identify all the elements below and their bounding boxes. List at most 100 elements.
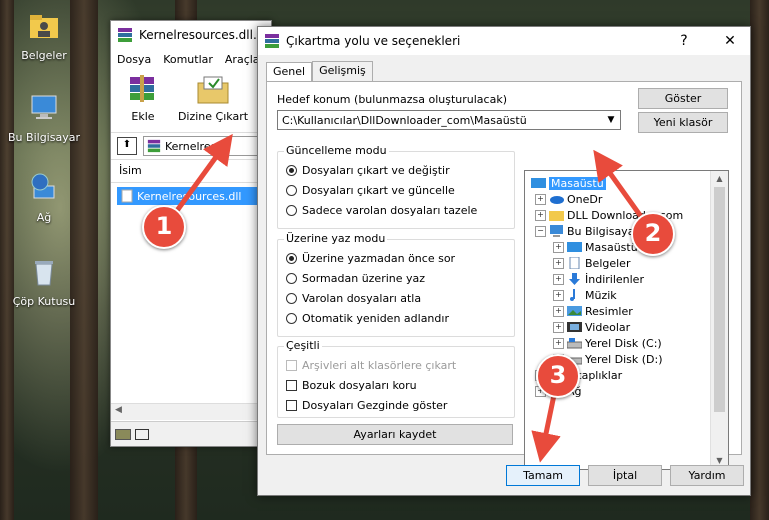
radio-selected[interactable] — [286, 165, 297, 176]
tree-item-videolar[interactable]: + Videolar — [553, 319, 630, 335]
option-label: Arşivleri alt klasörlere çıkart — [302, 359, 457, 372]
update-option-extract-replace[interactable]: Dosyaları çıkart ve değiştir — [286, 164, 450, 177]
expand-icon[interactable]: + — [553, 273, 564, 285]
file-row-selected[interactable]: Kernelresources.dll — [117, 187, 265, 205]
tree-item-masaustu[interactable]: + Masaüstü — [553, 239, 638, 255]
option-label: Dosyaları Gezginde göster — [302, 399, 448, 412]
radio[interactable] — [286, 205, 297, 216]
add-button[interactable]: Ekle — [117, 73, 169, 128]
folder-tree[interactable]: Masaüstü + OneDr + DLL Downloader.com − … — [524, 170, 729, 470]
desktop-icon-label: Bu Bilgisayar — [8, 131, 80, 144]
tree-item-label: Masaüstü — [585, 240, 638, 254]
path-text: Kernelresou — [165, 139, 231, 153]
destination-path-combo[interactable]: C:\Kullanıcılar\DllDownloader_com\Masaüs… — [277, 110, 621, 130]
desktop-icon — [567, 242, 582, 252]
documents-icon — [569, 257, 580, 269]
overwrite-option-without-prompt[interactable]: Sormadan üzerine yaz — [286, 272, 425, 285]
misc-option-show-in-explorer[interactable]: Dosyaları Gezginde göster — [286, 399, 447, 412]
scroll-up-icon[interactable]: ▲ — [711, 171, 728, 187]
checkbox[interactable] — [286, 380, 297, 391]
chevron-down-icon[interactable]: ▼ — [602, 115, 620, 125]
update-mode-title: Güncelleme modu — [284, 144, 389, 157]
save-settings-button[interactable]: Ayarları kaydet — [277, 424, 513, 445]
tree-item-label: Videolar — [585, 320, 631, 334]
option-label: Sormadan üzerine yaz — [302, 272, 426, 285]
radio[interactable] — [286, 185, 297, 196]
cancel-button[interactable]: İptal — [588, 465, 662, 486]
expand-icon[interactable]: + — [535, 209, 546, 221]
tree-item-label: İndirilenler — [585, 272, 644, 286]
desktop-icon — [531, 178, 546, 188]
general-tab-panel: Hedef konum (bulunmazsa oluşturulacak) C… — [266, 81, 742, 470]
help-title-button[interactable]: ? — [664, 33, 704, 49]
key-status-icon — [135, 428, 149, 440]
menu-komutlar[interactable]: Komutlar — [163, 53, 213, 66]
desktop-icon-bu-bilgisayar[interactable]: Bu Bilgisayar — [4, 92, 84, 144]
option-label: Üzerine yazmadan önce sor — [302, 252, 456, 265]
archive-books-icon — [130, 75, 154, 102]
tree-item-indirilenler[interactable]: + İndirilenler — [553, 271, 644, 287]
tree-item-label: Belgeler — [585, 256, 631, 270]
step-marker-1: 1 — [142, 205, 186, 249]
expand-icon[interactable]: + — [535, 193, 546, 205]
tree-item-onedrive[interactable]: + OneDr — [535, 191, 602, 207]
collapse-icon[interactable]: − — [535, 225, 546, 237]
tree-item-belgeler[interactable]: + Belgeler — [553, 255, 630, 271]
expand-icon[interactable]: + — [553, 321, 564, 333]
desktop-icon-label: Ağ — [36, 211, 52, 224]
update-option-refresh-existing[interactable]: Sadece varolan dosyaları tazele — [286, 204, 477, 217]
desktop-icon-label: Çöp Kutusu — [12, 295, 76, 308]
recycle-bin-icon — [35, 261, 53, 286]
scroll-thumb[interactable] — [714, 187, 725, 412]
tree-item-bu-bilgisayar[interactable]: − Bu Bilgisayar — [535, 223, 639, 239]
update-mode-group: Güncelleme modu Dosyaları çıkart ve deği… — [277, 144, 515, 229]
expand-icon[interactable]: + — [553, 337, 564, 349]
overwrite-option-ask[interactable]: Üzerine yazmadan önce sor — [286, 252, 455, 265]
window-titlebar[interactable]: Kernelresources.dll.z — [111, 21, 271, 49]
update-option-extract-update[interactable]: Dosyaları çıkart ve güncelle — [286, 184, 455, 197]
expand-icon[interactable]: + — [553, 241, 564, 253]
tree-vertical-scrollbar[interactable]: ▲ ▼ — [710, 171, 728, 469]
desktop-icon-belgeler[interactable]: Belgeler — [4, 10, 84, 62]
expand-icon[interactable]: + — [553, 257, 564, 269]
close-button[interactable]: ✕ — [710, 33, 750, 49]
extract-to-button[interactable]: Dizine Çıkart — [177, 73, 249, 128]
expand-icon[interactable]: + — [553, 289, 564, 301]
tree-item-muzik[interactable]: + Müzik — [553, 287, 617, 303]
radio[interactable] — [286, 273, 297, 284]
extract-options-dialog: Çıkartma yolu ve seçenekleri ? ✕ Genel G… — [257, 26, 751, 496]
menu-araclar[interactable]: Araçla — [225, 53, 260, 66]
overwrite-option-rename[interactable]: Otomatik yeniden adlandır — [286, 312, 449, 325]
show-button[interactable]: Göster — [638, 88, 728, 109]
option-label: Sadece varolan dosyaları tazele — [302, 204, 478, 217]
tree-item-disk-c[interactable]: + Yerel Disk (C:) — [553, 335, 662, 351]
desktop-icon-cop-kutusu[interactable]: Çöp Kutusu — [4, 256, 84, 308]
path-field[interactable]: Kernelresou — [143, 136, 271, 156]
ok-button[interactable]: Tamam — [506, 465, 580, 486]
radio[interactable] — [286, 293, 297, 304]
radio-selected[interactable] — [286, 253, 297, 264]
option-label: Varolan dosyaları atla — [302, 292, 422, 305]
pictures-icon — [567, 306, 582, 316]
tab-gelismis[interactable]: Gelişmiş — [312, 61, 373, 81]
overwrite-option-skip[interactable]: Varolan dosyaları atla — [286, 292, 421, 305]
option-label: Dosyaları çıkart ve değiştir — [302, 164, 450, 177]
column-header-name[interactable]: İsim — [111, 160, 271, 183]
extract-folder-icon — [197, 76, 229, 104]
checkbox[interactable] — [286, 400, 297, 411]
new-folder-button[interactable]: Yeni klasör — [638, 112, 728, 133]
expand-icon[interactable]: + — [553, 305, 564, 317]
dialog-titlebar[interactable]: Çıkartma yolu ve seçenekleri ? ✕ — [258, 27, 750, 55]
folder-user-icon — [30, 15, 58, 38]
tree-item-masaustu-root[interactable]: Masaüstü — [531, 175, 606, 191]
desktop-icon-ag[interactable]: Ağ — [4, 172, 84, 224]
radio[interactable] — [286, 313, 297, 324]
horizontal-scrollbar[interactable]: ◀ — [111, 403, 271, 420]
menu-dosya[interactable]: Dosya — [117, 53, 151, 66]
up-folder-button[interactable]: ⬆ — [117, 137, 137, 155]
winrar-icon — [118, 28, 132, 42]
help-button[interactable]: Yardım — [670, 465, 744, 486]
scroll-left-icon[interactable]: ◀ — [115, 405, 122, 415]
tree-item-resimler[interactable]: + Resimler — [553, 303, 633, 319]
misc-option-keep-broken[interactable]: Bozuk dosyaları koru — [286, 379, 417, 392]
